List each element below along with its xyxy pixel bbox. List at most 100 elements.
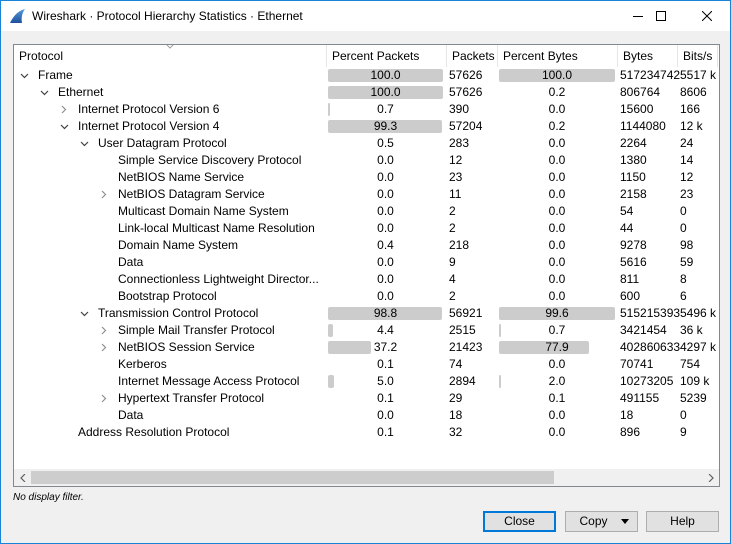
packets-count: 23 (449, 170, 463, 184)
percent-bytes-value: 0.2 (548, 119, 566, 133)
table-row[interactable]: Address Resolution Protocol 0.1 32 0.0 896 9 (14, 424, 719, 441)
table-row[interactable]: NetBIOS Name Service 0.0 23 0.0 1150 12 (14, 169, 719, 186)
chevron-right-icon[interactable] (98, 390, 110, 407)
table-row[interactable]: Domain Name System 0.4 218 0.0 9278 98 (14, 237, 719, 254)
chevron-right-icon[interactable] (98, 186, 110, 203)
chevron-down-icon[interactable] (18, 67, 30, 84)
column-header-percent-bytes[interactable]: Percent Bytes (498, 45, 618, 67)
bits-per-second: 5496 k (680, 306, 717, 320)
table-row[interactable]: Bootstrap Protocol 0.0 2 0.0 600 6 (14, 288, 719, 305)
bits-per-second: 5239 (680, 391, 707, 405)
protocol-name: NetBIOS Name Service (118, 170, 245, 184)
table-row[interactable]: Simple Service Discovery Protocol 0.0 12 0.… (14, 152, 719, 169)
table-row[interactable]: Link-local Multicast Name Resolution 0.0 2… (14, 220, 719, 237)
copy-button-label: Copy (579, 514, 608, 528)
maximize-icon (656, 11, 666, 21)
packets-count: 74 (449, 357, 463, 371)
percent-bytes-value: 0.0 (548, 221, 566, 235)
scroll-left-button[interactable] (14, 469, 31, 486)
percent-bytes: 0.2 (498, 118, 616, 135)
table-row[interactable]: User Datagram Protocol 0.5 283 0.0 2264 24 (14, 135, 719, 152)
protocol-name: Frame (38, 68, 73, 82)
percent-packets-value: 0.1 (377, 357, 394, 371)
bytes-count: 2158 (620, 187, 647, 201)
column-header-bytes[interactable]: Bytes (618, 45, 678, 67)
protocol-name: User Datagram Protocol (98, 136, 227, 150)
protocol-name: Simple Mail Transfer Protocol (118, 323, 275, 337)
percent-packets-value: 5.0 (377, 374, 394, 388)
bits-per-second: 24 (680, 136, 694, 150)
percent-packets: 99.3 (327, 118, 444, 135)
percent-packets-value: 0.0 (377, 153, 394, 167)
percent-bytes-value: 77.9 (545, 340, 569, 354)
table-row[interactable]: Simple Mail Transfer Protocol 4.4 2515 0.7 3… (14, 322, 719, 339)
percent-bytes: 99.6 (498, 305, 616, 322)
column-header-packets[interactable]: Packets (447, 45, 498, 67)
bits-per-second: 109 k (680, 374, 710, 388)
table-row[interactable]: Transmission Control Protocol 98.8 56921 99… (14, 305, 719, 322)
close-button[interactable]: Close (483, 511, 556, 532)
chevron-right-icon[interactable] (98, 322, 110, 339)
percent-packets: 98.8 (327, 305, 444, 322)
packets-count: 2 (449, 289, 456, 303)
bytes-count: 811 (620, 272, 640, 286)
percent-bytes-value: 0.0 (548, 255, 566, 269)
chevron-down-icon[interactable] (78, 135, 90, 152)
bits-per-second: 23 (680, 187, 694, 201)
percent-packets-value: 4.4 (377, 323, 394, 337)
chevron-right-icon[interactable] (58, 101, 70, 118)
percent-packets-value: 0.4 (377, 238, 394, 252)
table-row[interactable]: Connectionless Lightweight Director... 0.… (14, 271, 719, 288)
bytes-count: 18 (620, 408, 634, 422)
percent-packets: 0.0 (327, 169, 444, 186)
percent-bytes: 0.0 (498, 237, 616, 254)
table-row[interactable]: Data 0.0 18 0.0 18 0 (14, 407, 719, 424)
column-header-percent-packets[interactable]: Percent Packets (327, 45, 447, 67)
table-row[interactable]: Kerberos 0.1 74 0.0 70741 754 (14, 356, 719, 373)
chevron-down-icon[interactable] (78, 305, 90, 322)
protocol-tree[interactable]: Protocol Percent Packets Packets Percent… (13, 44, 720, 487)
table-row[interactable]: Internet Message Access Protocol 5.0 2894 2… (14, 373, 719, 390)
chevron-right-icon[interactable] (98, 339, 110, 356)
percent-bytes: 0.0 (498, 101, 616, 118)
bytes-count: 5616 (620, 255, 647, 269)
packets-count: 2515 (449, 323, 476, 337)
horizontal-scrollbar[interactable] (14, 469, 719, 486)
bytes-count: 44 (620, 221, 634, 235)
table-row[interactable]: Multicast Domain Name System 0.0 2 0.0 54 0 (14, 203, 719, 220)
percent-packets-value: 0.0 (377, 255, 394, 269)
copy-button[interactable]: Copy (565, 511, 638, 532)
percent-packets: 0.0 (327, 186, 444, 203)
help-button[interactable]: Help (646, 511, 719, 532)
bits-per-second: 0 (680, 408, 687, 422)
close-icon (702, 11, 712, 21)
maximize-button[interactable] (638, 1, 684, 31)
table-row[interactable]: Data 0.0 9 0.0 5616 59 (14, 254, 719, 271)
chevron-down-icon[interactable] (58, 118, 70, 135)
scroll-right-button[interactable] (702, 469, 719, 486)
table-row[interactable]: NetBIOS Datagram Service 0.0 11 0.0 2158 23 (14, 186, 719, 203)
display-filter-status: No display filter. (13, 492, 84, 503)
table-row[interactable]: Hypertext Transfer Protocol 0.1 29 0.1 49115… (14, 390, 719, 407)
bits-per-second: 12 (680, 170, 694, 184)
table-row[interactable]: NetBIOS Session Service 37.2 21423 77.9 4028… (14, 339, 719, 356)
table-row[interactable]: Internet Protocol Version 4 99.3 57204 0.2 1… (14, 118, 719, 135)
bits-per-second: 36 k (680, 323, 703, 337)
table-row[interactable]: Internet Protocol Version 6 0.7 390 0.0 1560… (14, 101, 719, 118)
percent-packets: 37.2 (327, 339, 444, 356)
scrollbar-thumb[interactable] (31, 471, 554, 484)
percent-bytes-value: 0.0 (548, 204, 566, 218)
bytes-count: 70741 (620, 357, 654, 371)
table-row[interactable]: Ethernet 100.0 57626 0.2 806764 8606 (14, 84, 719, 101)
percent-packets: 0.5 (327, 135, 444, 152)
dropdown-arrow-icon[interactable] (621, 519, 629, 524)
bits-per-second: 6 (680, 289, 687, 303)
packets-count: 12 (449, 153, 463, 167)
protocol-name: Transmission Control Protocol (98, 306, 259, 320)
close-window-button[interactable] (684, 1, 730, 31)
title-bar: Wireshark · Protocol Hierarchy Statistic… (1, 1, 730, 31)
chevron-down-icon[interactable] (38, 84, 50, 101)
column-header-bits-per-second[interactable]: Bits/s (678, 45, 718, 67)
table-row[interactable]: Frame 100.0 57626 100.0 517234742 5517 k (14, 67, 719, 84)
percent-bytes-value: 0.2 (548, 85, 566, 99)
